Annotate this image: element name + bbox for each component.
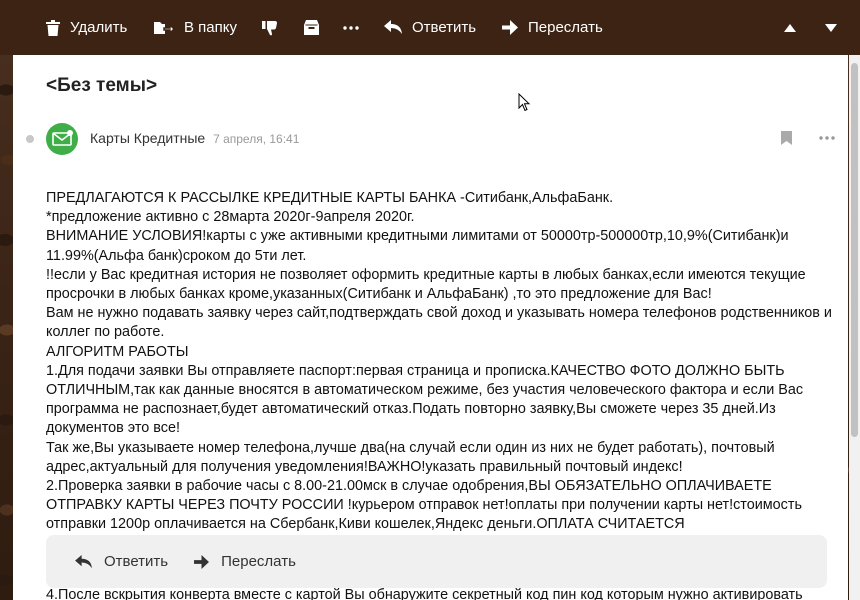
body-paragraph: Так же,Вы указываете номер телефона,лучш… bbox=[46, 439, 775, 475]
body-paragraph: ПРЕДЛАГАЮТСЯ К РАССЫЛКЕ КРЕДИТНЫЕ КАРТЫ … bbox=[46, 190, 614, 206]
body-paragraph: Вам не нужно подавать заявку через сайт,… bbox=[46, 305, 832, 341]
body-paragraph: АЛГОРИТМ РАБОТЫ bbox=[46, 343, 189, 360]
quick-reply-label: Ответить bbox=[104, 553, 169, 570]
archive-icon bbox=[304, 20, 319, 35]
unread-indicator[interactable] bbox=[26, 135, 34, 143]
quick-reply-button[interactable]: Ответить bbox=[75, 553, 168, 570]
sender-line: Карты Кредитные 7 апреля, 16:41 bbox=[90, 130, 299, 146]
forward-icon bbox=[502, 20, 518, 35]
quick-reply-bar: Ответить Переслать bbox=[46, 535, 827, 588]
more-icon bbox=[343, 25, 359, 30]
body-paragraph: ВНИМАНИЕ УСЛОВИЯ!карты с уже активными к… bbox=[46, 228, 789, 264]
body-paragraph: 2.Проверка заявки в рабочие часы с 8.00-… bbox=[46, 478, 802, 533]
reply-label: Ответить bbox=[412, 19, 477, 36]
folder-move-icon bbox=[154, 21, 174, 35]
thumbs-down-icon bbox=[262, 20, 277, 35]
body-paragraph: !!если у Вас кредитная история не позвол… bbox=[46, 266, 806, 303]
quick-forward-label: Переслать bbox=[221, 553, 296, 570]
quick-forward-button[interactable]: Переслать bbox=[194, 553, 296, 570]
move-to-folder-button[interactable]: В папку bbox=[154, 0, 237, 55]
previous-message-button[interactable] bbox=[784, 0, 796, 55]
forward-button[interactable]: Переслать bbox=[502, 0, 603, 55]
body-paragraph: 1.Для подачи заявки Вы отправляете паспо… bbox=[46, 362, 804, 437]
mouse-cursor-icon bbox=[518, 93, 531, 112]
spam-button[interactable] bbox=[262, 0, 278, 55]
scrollbar-thumb[interactable] bbox=[851, 63, 858, 437]
more-icon[interactable] bbox=[819, 136, 835, 140]
bookmark-icon[interactable] bbox=[781, 131, 792, 145]
message-body: ПРЕДЛАГАЮТСЯ К РАССЫЛКЕ КРЕДИТНЫЕ КАРТЫ … bbox=[46, 189, 836, 535]
arrow-up-icon bbox=[784, 23, 796, 32]
move-to-folder-label: В папку bbox=[184, 19, 237, 36]
delete-button[interactable]: Удалить bbox=[46, 0, 127, 55]
body-paragraph: *предложение активно с 28марта 2020г-9ап… bbox=[46, 209, 415, 226]
trash-icon bbox=[46, 19, 60, 36]
reply-button[interactable]: Ответить bbox=[384, 0, 476, 55]
reply-icon bbox=[384, 20, 402, 34]
avatar[interactable] bbox=[46, 123, 78, 155]
archive-button[interactable] bbox=[304, 0, 319, 55]
message-subject: <Без темы> bbox=[46, 75, 158, 96]
toolbar: Удалить В папку Ответить Переслать bbox=[0, 0, 860, 55]
scrollbar[interactable] bbox=[849, 55, 860, 600]
forward-icon bbox=[194, 554, 210, 569]
forward-label: Переслать bbox=[528, 19, 603, 36]
sender-name[interactable]: Карты Кредитные bbox=[90, 130, 205, 146]
message-date: 7 апреля, 16:41 bbox=[213, 132, 300, 146]
delete-label: Удалить bbox=[70, 19, 128, 36]
next-message-button[interactable] bbox=[825, 0, 837, 55]
more-button[interactable] bbox=[343, 0, 359, 55]
arrow-down-icon bbox=[825, 23, 837, 32]
envelope-icon bbox=[52, 130, 73, 146]
message-panel: <Без темы> Карты Кредитные 7 апреля, 16:… bbox=[13, 55, 848, 600]
reply-icon bbox=[75, 554, 92, 568]
body-partial-line: 4.После вскрытия конверта вместе с карто… bbox=[46, 587, 803, 600]
